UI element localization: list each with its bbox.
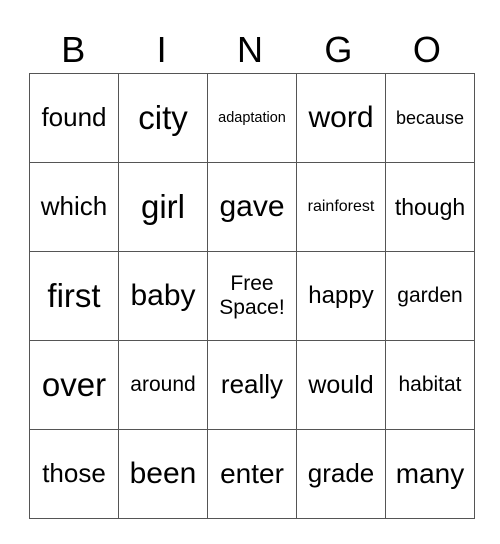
header-letter-n: N [237,29,264,70]
bingo-cell: word [296,73,386,163]
bingo-cell: because [385,73,475,163]
bingo-cell: girl [118,162,208,252]
header-letter-b: B [61,29,86,70]
bingo-cell: garden [385,251,475,341]
bingo-cell: city [118,73,208,163]
bingo-cell: been [118,429,208,519]
bingo-grid: found city adaptation word because which… [29,73,475,519]
grid-row: first baby Free Space! happy garden [29,251,475,341]
bingo-cell: many [385,429,475,519]
bingo-cell: habitat [385,340,475,430]
bingo-cell: really [207,340,297,430]
bingo-cell: would [296,340,386,430]
bingo-cell: around [118,340,208,430]
grid-row: those been enter grade many [29,429,475,519]
header-letter-g: G [324,29,353,70]
bingo-cell: adaptation [207,73,297,163]
bingo-cell: enter [207,429,297,519]
free-space-cell: Free Space! [207,251,297,341]
bingo-header: B I N G O [29,28,471,72]
bingo-cell: baby [118,251,208,341]
bingo-cell: happy [296,251,386,341]
grid-row: found city adaptation word because [29,73,475,163]
bingo-cell: though [385,162,475,252]
grid-row: over around really would habitat [29,340,475,430]
grid-row: which girl gave rainforest though [29,162,475,252]
bingo-cell: rainforest [296,162,386,252]
bingo-cell: first [29,251,119,341]
bingo-cell: grade [296,429,386,519]
bingo-cell: which [29,162,119,252]
bingo-cell: found [29,73,119,163]
bingo-cell: those [29,429,119,519]
bingo-cell: over [29,340,119,430]
header-letter-o: O [412,29,441,70]
bingo-cell: gave [207,162,297,252]
header-letter-i: I [156,29,167,70]
